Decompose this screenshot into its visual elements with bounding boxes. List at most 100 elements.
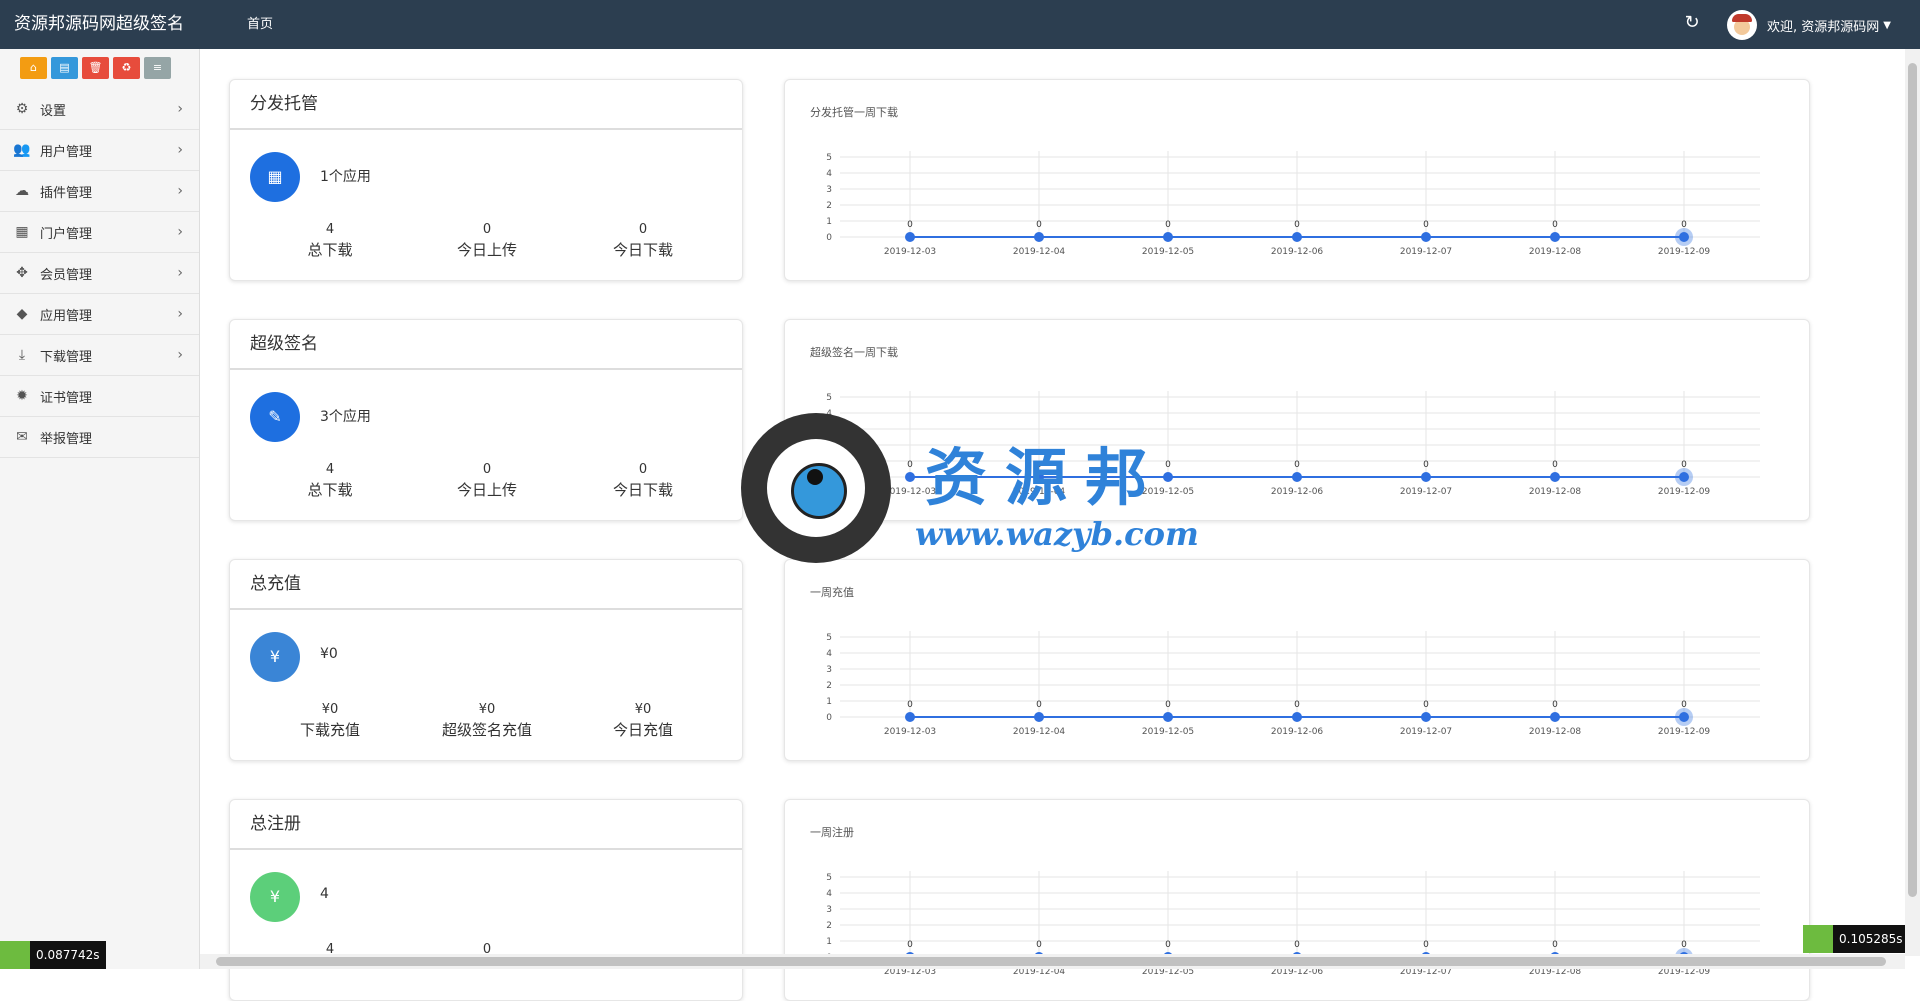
stat-title: 总注册 <box>230 800 742 850</box>
home-icon[interactable]: ⌂ <box>20 57 47 79</box>
chevron-right-icon: › <box>177 183 183 199</box>
pencil-icon: ✎ <box>250 392 300 442</box>
list-icon[interactable]: ≡ <box>144 57 171 79</box>
sidebar: ⌂ ▤ 🗑 ♻ ≡ ⚙ 设置 › 👥 用户管理 › ☁ 插件管理 › ▦ 门户管理 › ✥ 会员管理 › ◆ 应用管理 ›… <box>0 49 200 969</box>
chart-card: 一周注册0123452019-12-032019-12-042019-12-05… <box>784 799 1810 1001</box>
stat-label: 今日上传 <box>456 481 517 499</box>
sidebar-item-label: 插件管理 <box>40 185 93 201</box>
top-navbar: 资源邦源码网超级签名 首页 ↻ 欢迎, 资源邦源码网 ▼ <box>0 0 1920 49</box>
leaf-icon <box>1803 925 1833 953</box>
android-icon: ◆ <box>16 306 28 322</box>
stat-column: 0 今日下载 <box>583 462 703 500</box>
stat-label: 下载充值 <box>299 721 360 739</box>
x-tick-label: 2019-12-04 <box>1013 727 1066 737</box>
data-label: 0 <box>1681 460 1687 470</box>
data-point <box>1421 712 1431 722</box>
download-icon: ⤓ <box>18 347 26 363</box>
x-tick-label: 2019-12-04 <box>1013 247 1066 257</box>
stat-column: 4 总下载 <box>270 222 390 260</box>
envelope-icon: ✉ <box>16 429 28 445</box>
user-greeting: 欢迎, 资源邦源码网 <box>1767 19 1880 35</box>
sidebar-item[interactable]: ✉ 举报管理 <box>0 417 199 458</box>
data-point <box>1550 712 1560 722</box>
data-point <box>1679 232 1689 242</box>
horizontal-scrollbar[interactable] <box>200 954 1905 969</box>
stat-value: ¥0 <box>478 702 496 717</box>
user-menu[interactable]: 欢迎, 资源邦源码网 ▼ <box>1727 10 1891 40</box>
data-label: 0 <box>1165 460 1171 470</box>
data-point <box>1550 232 1560 242</box>
brand-title[interactable]: 资源邦源码网超级签名 <box>14 0 184 49</box>
cloud-icon: ☁ <box>15 183 29 199</box>
grid-icon: ▦ <box>15 224 29 240</box>
chevron-right-icon: › <box>177 306 183 322</box>
y-tick-label: 2 <box>826 201 832 211</box>
stat-value: 4 <box>325 462 335 477</box>
file-icon[interactable]: ▤ <box>51 57 78 79</box>
chevron-right-icon: › <box>177 347 183 363</box>
x-tick-label: 2019-12-03 <box>884 247 936 257</box>
sidebar-item[interactable]: ☁ 插件管理 › <box>0 171 199 212</box>
sidebar-item-label: 门户管理 <box>40 226 93 242</box>
y-tick-label: 2 <box>826 441 832 451</box>
sidebar-item-label: 会员管理 <box>40 267 93 283</box>
sidebar-item-label: 应用管理 <box>40 308 93 324</box>
sidebar-item[interactable]: ✹ 证书管理 <box>0 376 199 417</box>
data-point <box>1421 232 1431 242</box>
x-tick-label: 2019-12-09 <box>1658 487 1711 497</box>
data-label: 0 <box>1423 220 1429 230</box>
data-label: 0 <box>1552 220 1558 230</box>
data-point <box>1421 472 1431 482</box>
data-label: 0 <box>1165 700 1171 710</box>
x-tick-label: 2019-12-04 <box>1013 487 1066 497</box>
y-tick-label: 5 <box>826 633 832 643</box>
perf-badge-right: 0.105285s <box>1803 925 1909 953</box>
x-tick-label: 2019-12-07 <box>1400 247 1452 257</box>
line-chart: 0123452019-12-032019-12-042019-12-052019… <box>826 391 1760 497</box>
line-chart: 0123452019-12-032019-12-042019-12-052019… <box>826 151 1760 257</box>
stat-title: 总充值 <box>230 560 742 610</box>
y-tick-label: 2 <box>826 681 832 691</box>
stat-label: 总下载 <box>307 481 353 499</box>
chevron-right-icon: › <box>177 265 183 281</box>
stat-column: 0 今日上传 <box>427 462 547 500</box>
y-tick-label: 0 <box>826 233 832 243</box>
stat-label: 今日下载 <box>612 481 673 499</box>
data-point <box>1679 712 1689 722</box>
x-tick-label: 2019-12-08 <box>1529 487 1582 497</box>
x-tick-label: 2019-12-05 <box>1142 727 1194 737</box>
sidebar-item[interactable]: ✥ 会员管理 › <box>0 253 199 294</box>
trash-icon[interactable]: 🗑 <box>82 57 109 79</box>
vertical-scrollbar[interactable] <box>1905 49 1920 956</box>
stat-main-value: 1个应用 <box>320 169 371 185</box>
stat-value: 0 <box>482 222 492 237</box>
sidebar-item[interactable]: ⚙ 设置 › <box>0 89 199 130</box>
y-tick-label: 4 <box>826 409 832 419</box>
data-label: 0 <box>907 220 913 230</box>
y-tick-label: 4 <box>826 649 832 659</box>
stat-value: 0 <box>638 462 648 477</box>
data-point <box>1292 232 1302 242</box>
data-point <box>1163 232 1173 242</box>
data-label: 0 <box>1681 940 1687 950</box>
caret-down-icon: ▼ <box>1883 19 1891 31</box>
line-chart: 0123452019-12-032019-12-042019-12-052019… <box>826 871 1760 977</box>
sidebar-item[interactable]: ⤓ 下载管理 › <box>0 335 199 376</box>
y-tick-label: 2 <box>826 921 832 931</box>
stat-card: 超级签名 ✎ 3个应用 4 总下载 0 今日上传 0 今日下载 <box>229 319 743 521</box>
refresh-icon[interactable]: ↻ <box>1682 12 1702 34</box>
nav-home-link[interactable]: 首页 <box>247 0 273 49</box>
data-label: 0 <box>907 700 913 710</box>
line-chart: 0123452019-12-032019-12-042019-12-052019… <box>826 631 1760 737</box>
sidebar-item[interactable]: 👥 用户管理 › <box>0 130 199 171</box>
data-label: 0 <box>1036 220 1042 230</box>
stat-label: 今日下载 <box>612 241 673 259</box>
sidebar-item[interactable]: ▦ 门户管理 › <box>0 212 199 253</box>
data-point <box>905 472 915 482</box>
data-label: 0 <box>1423 940 1429 950</box>
x-tick-label: 2019-12-08 <box>1529 727 1582 737</box>
stat-column: ¥0 超级签名充值 <box>427 702 547 740</box>
data-point <box>1163 472 1173 482</box>
sidebar-item[interactable]: ◆ 应用管理 › <box>0 294 199 335</box>
recycle-icon[interactable]: ♻ <box>113 57 140 79</box>
